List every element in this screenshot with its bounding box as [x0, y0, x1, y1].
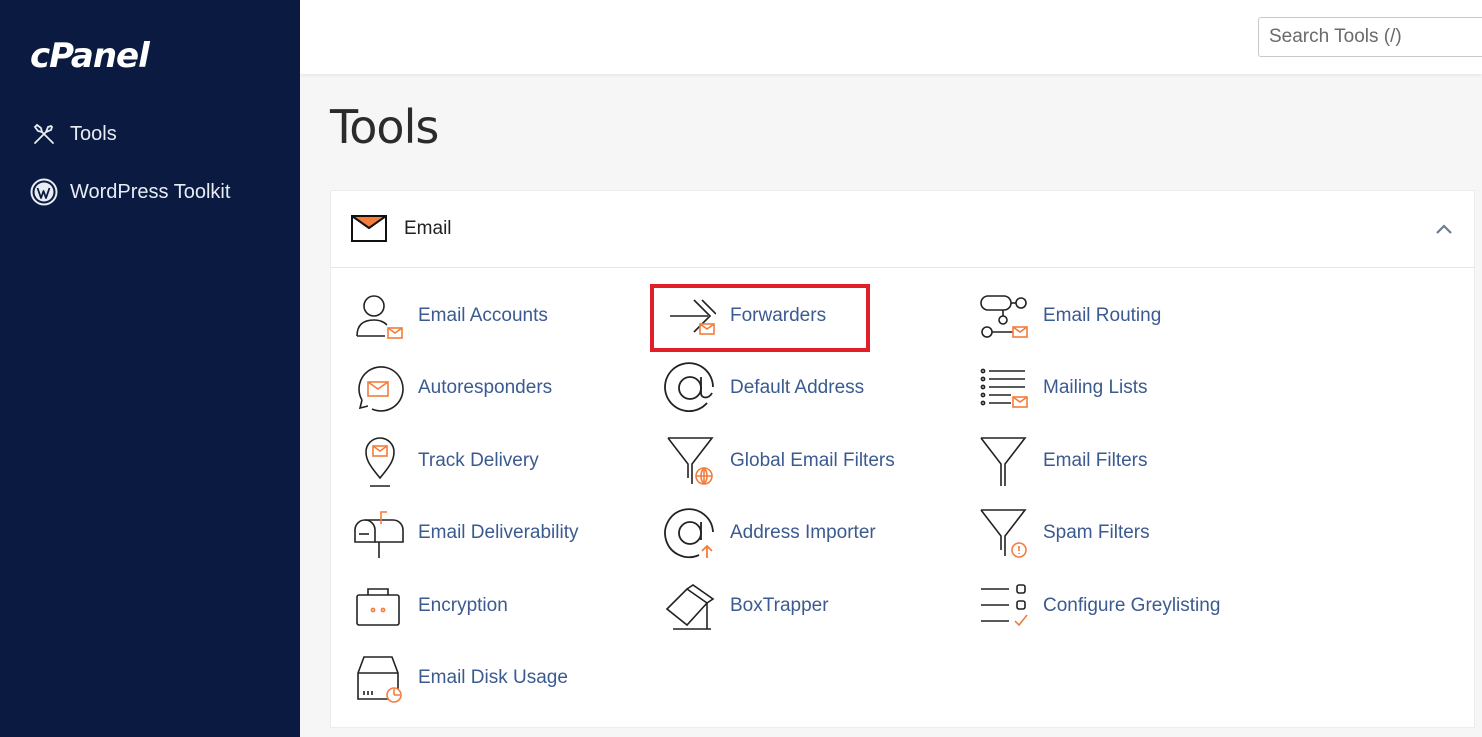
tool-email-deliverability[interactable]: Email Deliverability: [350, 505, 579, 561]
tool-label: Mailing Lists: [1043, 377, 1148, 398]
mailbox-icon: [350, 505, 406, 561]
tool-label: Spam Filters: [1043, 522, 1150, 543]
section-title: Email: [404, 218, 452, 239]
tool-label: Global Email Filters: [730, 450, 895, 471]
autoresponder-icon: [350, 360, 406, 416]
tool-label: BoxTrapper: [730, 595, 829, 616]
disk-usage-icon: [350, 650, 406, 706]
tool-label: Track Delivery: [418, 450, 539, 471]
funnel-warning-icon: [975, 505, 1031, 561]
tool-mailing-lists[interactable]: Mailing Lists: [975, 360, 1148, 416]
at-sign-icon: [662, 360, 718, 416]
list-mail-icon: [975, 360, 1031, 416]
tool-default-address[interactable]: Default Address: [662, 360, 864, 416]
tool-label: Forwarders: [730, 305, 827, 326]
sidebar-item-label: WordPress Toolkit: [70, 180, 231, 203]
encryption-box-icon: [350, 578, 406, 634]
page-title: Tools: [330, 100, 439, 154]
envelope-icon: [351, 215, 387, 247]
email-section-header[interactable]: Email: [331, 191, 1474, 268]
tool-global-email-filters[interactable]: Global Email Filters: [662, 433, 895, 489]
top-bar: [300, 0, 1482, 74]
tool-encryption[interactable]: Encryption: [350, 578, 508, 634]
wordpress-icon: [30, 178, 58, 206]
tool-spam-filters[interactable]: Spam Filters: [975, 505, 1150, 561]
funnel-globe-icon: [662, 433, 718, 489]
map-pin-mail-icon: [350, 433, 406, 489]
tool-label: Email Disk Usage: [418, 667, 568, 688]
tools-icon: [30, 120, 58, 148]
tool-label: Email Filters: [1043, 450, 1148, 471]
checklist-icon: [975, 578, 1031, 634]
tool-email-accounts[interactable]: Email Accounts: [350, 288, 548, 344]
sidebar: cPanel Tools WordPress Toolkit: [0, 0, 300, 737]
tool-autoresponders[interactable]: Autoresponders: [350, 360, 552, 416]
tool-address-importer[interactable]: Address Importer: [662, 505, 876, 561]
cpanel-logo[interactable]: cPanel: [30, 36, 150, 76]
at-import-icon: [662, 505, 718, 561]
sidebar-item-wordpress-toolkit[interactable]: WordPress Toolkit: [30, 176, 230, 208]
tool-label: Configure Greylisting: [1043, 595, 1221, 616]
routing-icon: [975, 288, 1031, 344]
tool-label: Email Deliverability: [418, 522, 579, 543]
tool-label: Default Address: [730, 377, 865, 398]
user-mail-icon: [350, 288, 406, 344]
tool-track-delivery[interactable]: Track Delivery: [350, 433, 539, 489]
tool-label: Email Routing: [1043, 305, 1162, 326]
sidebar-item-label: Tools: [70, 122, 117, 145]
boxtrapper-icon: [662, 578, 718, 634]
tool-boxtrapper[interactable]: BoxTrapper: [662, 578, 829, 634]
funnel-icon: [975, 433, 1031, 489]
tool-label: Autoresponders: [418, 377, 553, 398]
tool-email-disk-usage[interactable]: Email Disk Usage: [350, 650, 568, 706]
search-tools-input[interactable]: [1258, 17, 1482, 57]
chevron-up-icon[interactable]: [1436, 221, 1452, 239]
tool-configure-greylisting[interactable]: Configure Greylisting: [975, 578, 1220, 634]
tool-label: Encryption: [418, 595, 508, 616]
tool-label: Address Importer: [730, 522, 876, 543]
forward-arrow-icon: [662, 288, 718, 344]
tool-forwarders[interactable]: Forwarders: [662, 288, 826, 344]
tool-label: Email Accounts: [418, 305, 548, 326]
tool-email-routing[interactable]: Email Routing: [975, 288, 1161, 344]
sidebar-item-tools[interactable]: Tools: [30, 118, 117, 150]
tool-email-filters[interactable]: Email Filters: [975, 433, 1148, 489]
